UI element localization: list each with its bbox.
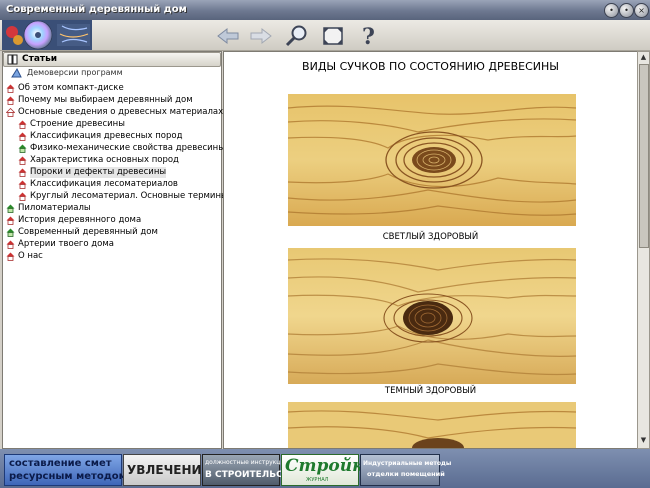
banner-estimates[interactable]: составление смет ресурсным методом (4, 454, 127, 486)
banner-stroyka[interactable]: Стройка ЖУРНАЛ (281, 454, 375, 486)
house-icon (18, 156, 27, 165)
magnifier-icon[interactable] (284, 24, 310, 48)
banner-hobbies[interactable]: УВЛЕЧЕНИЯ (123, 454, 211, 486)
navigation-panel: Статьи Демоверсии программ Об этом компа… (2, 51, 228, 449)
house-green-icon (6, 204, 15, 213)
house-green-icon (18, 144, 27, 153)
vertical-scrollbar[interactable]: ▲ ▼ (637, 51, 650, 449)
house-icon (6, 240, 15, 249)
tree-item-label: Пороки и дефекты древесины (30, 167, 167, 178)
back-arrow-icon[interactable] (215, 24, 241, 48)
dark-knot-image (288, 248, 576, 384)
house-icon (6, 84, 15, 93)
tree-item-label: Круглый лесоматериал. Основные термины (30, 191, 228, 201)
house-icon (18, 120, 27, 129)
minimize-button[interactable]: • (604, 3, 619, 18)
window-title: Современный деревянный дом (6, 4, 187, 15)
light-knot-image (288, 94, 576, 226)
maximize-button[interactable]: • (619, 3, 634, 18)
house-icon (18, 168, 27, 177)
tree-item-label: Классификация древесных пород (30, 131, 183, 141)
knot-image-partial (288, 402, 576, 448)
banner-stroyka-sub: ЖУРНАЛ (306, 477, 329, 483)
title-bar: Современный деревянный дом • • × (0, 0, 650, 20)
tree-item-label: Пиломатериалы (18, 203, 91, 213)
banner-bar: составление смет ресурсным методом УВЛЕЧ… (0, 449, 650, 488)
caption-light-healthy: СВЕТЛЫЙ ЗДОРОВЫЙ (382, 232, 479, 242)
tree-item-label: Строение древесины (30, 119, 125, 129)
tree-item-label: Современный деревянный дом (18, 227, 158, 237)
house-open-icon (6, 108, 15, 117)
house-icon (18, 180, 27, 189)
banner-job-line1: должностные инструкции (205, 459, 289, 466)
page-title: ВИДЫ СУЧКОВ ПО СОСТОЯНИЮ ДРЕВЕСИНЫ (302, 60, 559, 73)
banner-estimates-line1: составление смет (9, 458, 112, 469)
help-icon[interactable]: ? (356, 24, 382, 48)
tree-item-label: История деревянного дома (18, 215, 142, 225)
content-pane: ВИДЫ СУЧКОВ ПО СОСТОЯНИЮ ДРЕВЕСИНЫ СВЕТЛ… (223, 51, 638, 449)
svg-text:?: ? (362, 24, 375, 48)
tab-demo-programs[interactable]: Демоверсии программ (3, 67, 221, 79)
tree-item-label: О нас (18, 251, 43, 261)
banner-finishing-line1: Индустриальные методы (363, 460, 452, 467)
fullscreen-icon[interactable] (320, 24, 346, 48)
banner-job-instructions[interactable]: должностные инструкции В СТРОИТЕЛЬСТВЕ (202, 454, 302, 486)
book-icon (7, 54, 18, 65)
demo-icon (11, 68, 22, 78)
scroll-up-icon[interactable]: ▲ (639, 53, 648, 62)
tree-item-label: Почему мы выбираем деревянный дом (18, 95, 193, 105)
scroll-thumb[interactable] (639, 64, 649, 248)
scroll-down-icon[interactable]: ▼ (639, 436, 648, 445)
house-green-icon (6, 228, 15, 237)
close-button[interactable]: × (634, 3, 649, 18)
house-icon (6, 252, 15, 261)
tree-item-label: Характеристика основных пород (30, 155, 179, 165)
tree-item-label: Классификация лесоматериалов (30, 179, 178, 189)
house-icon (6, 216, 15, 225)
banner-finishing-line2: отделки помещений (367, 470, 445, 478)
house-icon (18, 192, 27, 201)
house-icon (18, 132, 27, 141)
forward-arrow-icon[interactable] (248, 24, 274, 48)
banner-finishing-methods[interactable]: Индустриальные методы отделки помещений (360, 454, 451, 486)
tab-demo-label: Демоверсии программ (27, 68, 123, 77)
tree-item-label: Физико-механические свойства древесины (30, 143, 225, 153)
tree-item-label: Основные сведения о древесных материалах (18, 107, 224, 117)
tab-articles[interactable]: Статьи (3, 52, 221, 67)
banner-hobbies-text: УВЛЕЧЕНИЯ (127, 463, 211, 477)
caption-dark-healthy: ТЕМНЫЙ ЗДОРОВЫЙ (384, 386, 477, 396)
cd-logo-icon (2, 20, 92, 50)
tab-articles-label: Статьи (22, 54, 58, 64)
house-icon (6, 96, 15, 105)
tree-item-label: Об этом компакт-диске (18, 83, 124, 93)
tree-item-label: Артерии твоего дома (18, 239, 114, 249)
banner-estimates-line2: ресурсным методом (9, 471, 127, 482)
